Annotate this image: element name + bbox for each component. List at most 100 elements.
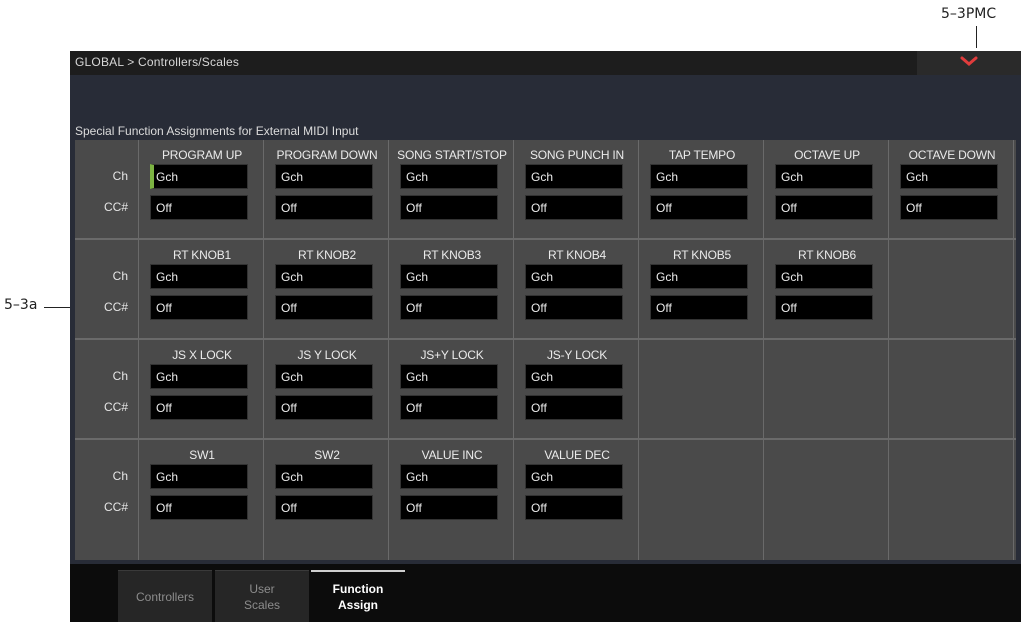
channel-field[interactable]: Gch <box>150 464 248 489</box>
section-title: Special Function Assignments for Externa… <box>75 124 359 138</box>
function-title: VALUE DEC <box>544 448 610 462</box>
cc-number-field[interactable]: Off <box>150 395 248 420</box>
channel-field[interactable]: Gch <box>400 464 498 489</box>
cc-number-field[interactable]: Off <box>775 195 873 220</box>
assign-cell: RT KNOB5 Gch Off <box>639 248 765 346</box>
channel-field[interactable]: Gch <box>650 164 748 189</box>
cc-number-field[interactable]: Off <box>275 195 373 220</box>
cc-number-field[interactable]: Off <box>400 295 498 320</box>
channel-field[interactable]: Gch <box>400 164 498 189</box>
cc-number-field[interactable]: Off <box>650 295 748 320</box>
channel-field[interactable]: Gch <box>775 264 873 289</box>
row-label-ch: Ch <box>112 369 128 383</box>
cc-number-field[interactable]: Off <box>400 395 498 420</box>
assign-cell: OCTAVE DOWN Gch Off <box>889 148 1015 246</box>
cc-number-field[interactable]: Off <box>775 295 873 320</box>
tab-user-scales[interactable]: User Scales <box>215 570 309 622</box>
row-label-cc: CC# <box>103 500 128 514</box>
cc-number-field[interactable]: Off <box>150 495 248 520</box>
channel-field[interactable]: Gch <box>525 164 623 189</box>
channel-field[interactable]: Gch <box>400 364 498 389</box>
cc-number-field[interactable]: Off <box>525 295 623 320</box>
row-label-cc: CC# <box>103 300 128 314</box>
channel-field[interactable]: Gch <box>275 464 373 489</box>
row-label-ch: Ch <box>112 469 128 483</box>
channel-field[interactable]: Gch <box>900 164 998 189</box>
function-title: SONG START/STOP <box>397 148 507 162</box>
function-title: RT KNOB6 <box>798 248 856 262</box>
cc-number-field[interactable]: Off <box>525 495 623 520</box>
assign-cell: RT KNOB1 Gch Off <box>139 248 265 346</box>
callout-label-5-3a: 5–3a <box>4 297 38 313</box>
assign-cell: RT KNOB2 Gch Off <box>264 248 390 346</box>
channel-field[interactable]: Gch <box>525 464 623 489</box>
function-title: RT KNOB3 <box>423 248 481 262</box>
channel-field[interactable]: Gch <box>650 264 748 289</box>
channel-field[interactable]: Gch <box>150 364 248 389</box>
cc-number-field[interactable]: Off <box>400 195 498 220</box>
cc-number-field[interactable]: Off <box>525 195 623 220</box>
assign-cell: JS+Y LOCK Gch Off <box>389 348 515 446</box>
row-label-ch: Ch <box>112 169 128 183</box>
assign-cell: OCTAVE UP Gch Off <box>764 148 890 246</box>
channel-field[interactable]: Gch <box>275 364 373 389</box>
function-title: RT KNOB4 <box>548 248 606 262</box>
assign-cell: RT KNOB3 Gch Off <box>389 248 515 346</box>
function-title: OCTAVE UP <box>794 148 860 162</box>
assign-cell: SW1 Gch Off <box>139 448 265 546</box>
tab-bar: Controllers User Scales Function Assign <box>70 564 1021 622</box>
main-panel: Special Function Assignments for Externa… <box>70 118 1021 564</box>
function-title: SONG PUNCH IN <box>529 148 625 162</box>
group-divider <box>75 438 1016 440</box>
cc-number-field[interactable]: Off <box>275 395 373 420</box>
channel-field[interactable]: Gch <box>275 164 373 189</box>
channel-field[interactable]: Gch <box>275 264 373 289</box>
function-title: JS-Y LOCK <box>547 348 607 362</box>
cc-number-field[interactable]: Off <box>150 295 248 320</box>
function-title: RT KNOB5 <box>673 248 731 262</box>
function-title: JS+Y LOCK <box>420 348 484 362</box>
function-title: RT KNOB2 <box>298 248 356 262</box>
channel-field[interactable]: Gch <box>150 264 248 289</box>
channel-field[interactable]: Gch <box>525 264 623 289</box>
chevron-down-icon <box>960 56 978 66</box>
channel-field[interactable]: Gch <box>775 164 873 189</box>
assign-cell: TAP TEMPO Gch Off <box>639 148 765 246</box>
group-divider <box>75 238 1016 240</box>
cc-number-field[interactable]: Off <box>650 195 748 220</box>
function-title: JS Y LOCK <box>297 348 357 362</box>
assign-cell: RT KNOB6 Gch Off <box>764 248 890 346</box>
cc-number-field[interactable]: Off <box>275 295 373 320</box>
cc-number-field[interactable]: Off <box>525 395 623 420</box>
callout-leader-line <box>976 26 977 48</box>
function-title: SW2 <box>314 448 340 462</box>
row-label-cc: CC# <box>103 200 128 214</box>
function-title: JS X LOCK <box>172 348 232 362</box>
assignment-grid: Ch CC# PROGRAM UP Gch Off PROGRAM DOWN Gch Off S… <box>75 140 1016 560</box>
assign-cell: RT KNOB4 Gch Off <box>514 248 640 346</box>
cc-number-field[interactable]: Off <box>400 495 498 520</box>
assign-cell: PROGRAM DOWN Gch Off <box>264 148 390 246</box>
info-bar <box>70 75 1021 118</box>
function-title: SW1 <box>189 448 215 462</box>
assign-cell: SONG START/STOP Gch Off <box>389 148 515 246</box>
function-title: PROGRAM DOWN <box>276 148 378 162</box>
row-label-cc: CC# <box>103 400 128 414</box>
cc-number-field[interactable]: Off <box>150 195 248 220</box>
function-title: RT KNOB1 <box>173 248 231 262</box>
assign-cell: JS X LOCK Gch Off <box>139 348 265 446</box>
page-menu-button[interactable] <box>917 51 1021 75</box>
channel-field[interactable]: Gch <box>400 264 498 289</box>
cc-number-field[interactable]: Off <box>275 495 373 520</box>
assign-cell: JS-Y LOCK Gch Off <box>514 348 640 446</box>
tab-function-assign[interactable]: Function Assign <box>311 570 405 622</box>
assign-cell: VALUE DEC Gch Off <box>514 448 640 546</box>
callout-label-5-3pmc: 5–3PMC <box>941 6 997 22</box>
tab-controllers[interactable]: Controllers <box>118 570 212 622</box>
channel-field[interactable]: Gch <box>525 364 623 389</box>
channel-field[interactable]: Gch <box>150 164 248 189</box>
assign-cell: PROGRAM UP Gch Off <box>139 148 265 246</box>
function-title: VALUE INC <box>421 448 483 462</box>
title-bar: GLOBAL > Controllers/Scales <box>70 51 1021 75</box>
cc-number-field[interactable]: Off <box>900 195 998 220</box>
